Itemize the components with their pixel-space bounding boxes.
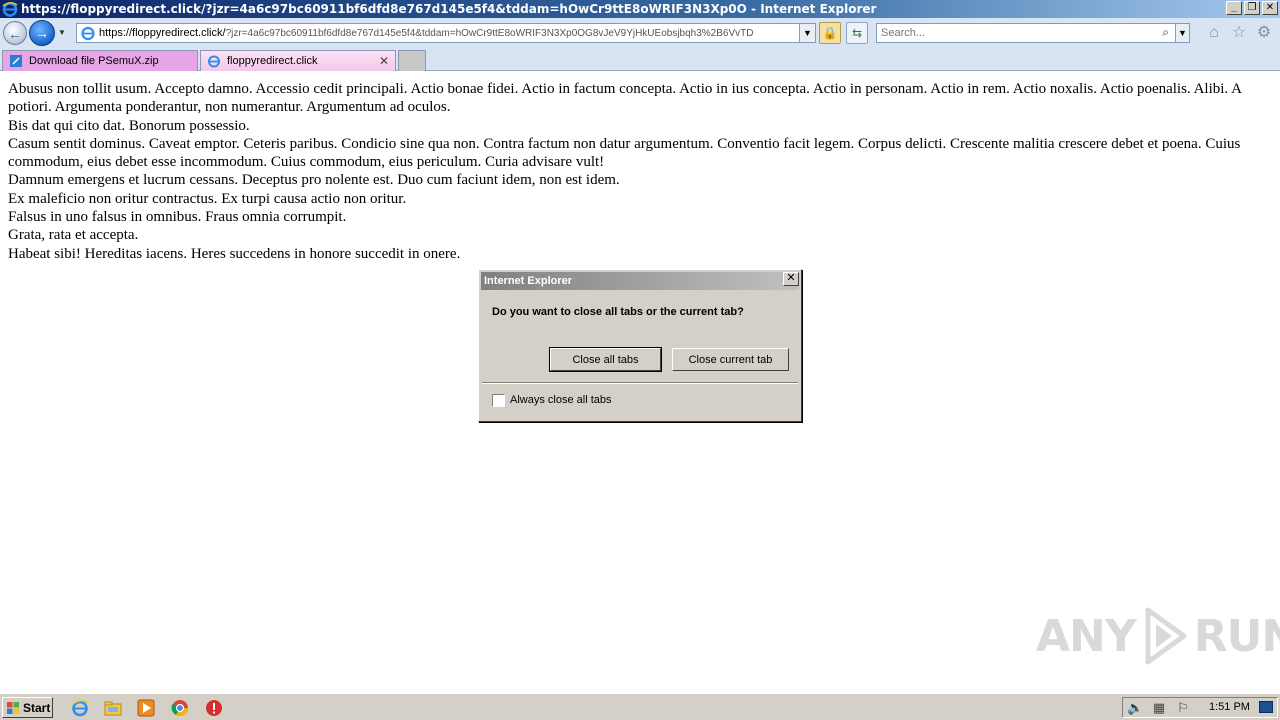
tab-close-icon[interactable]: ✕: [379, 54, 389, 68]
search-input[interactable]: [877, 24, 1147, 42]
content-paragraph: Grata, rata et accepta.: [8, 227, 139, 244]
chrome-icon[interactable]: [171, 699, 189, 717]
watermark-text-right: RUN: [1193, 610, 1280, 662]
dialog-question: Do you want to close all tabs or the cur…: [492, 306, 744, 318]
content-paragraph: Ex maleficio non oritur contractus. Ex t…: [8, 190, 407, 207]
window-controls: _ ❐ ✕: [1226, 1, 1278, 15]
window-titlebar: https://floppyredirect.click/?jzr=4a6c97…: [0, 0, 1280, 18]
anyrun-watermark: ANY RUN: [1036, 606, 1280, 666]
play-logo-icon: [1145, 607, 1187, 665]
content-paragraph: Bis dat qui cito dat. Bonorum possessio.: [8, 117, 250, 134]
content-paragraph: Casum sentit dominus. Caveat emptor. Cet…: [8, 135, 1241, 171]
home-icon[interactable]: ⌂: [1205, 24, 1223, 42]
close-tabs-dialog: Internet Explorer ✕ Do you want to close…: [478, 269, 802, 422]
dialog-title: Internet Explorer: [481, 272, 799, 290]
always-close-label[interactable]: Always close all tabs: [510, 394, 612, 406]
content-paragraph: Falsus in uno falsus in omnibus. Fraus o…: [8, 209, 347, 226]
media-player-icon[interactable]: [137, 699, 155, 717]
tab-label: floppyredirect.click: [227, 55, 318, 67]
ie-tab-icon: [208, 55, 220, 68]
content-paragraph: Damnum emergens et lucrum cessans. Decep…: [8, 172, 620, 189]
watermark-text-left: ANY: [1036, 610, 1137, 662]
ie-icon[interactable]: [71, 699, 89, 717]
taskbar: Start 🔈 ▦ ⚐ 1:51 PM: [0, 693, 1280, 720]
windows-flag-icon: [7, 701, 19, 714]
lock-icon[interactable]: 🔒: [819, 22, 841, 44]
address-bar[interactable]: https://floppyredirect.click/ ?jzr=4a6c9…: [76, 23, 816, 43]
content-paragraph: Habeat sibi! Hereditas iacens. Heres suc…: [8, 245, 461, 262]
forward-icon: →: [35, 25, 49, 41]
tools-gear-icon[interactable]: ⚙: [1255, 24, 1273, 42]
flag-icon[interactable]: ⚐: [1175, 700, 1191, 716]
explorer-folder-icon[interactable]: [104, 699, 122, 717]
new-tab-button[interactable]: [398, 50, 426, 71]
network-icon[interactable]: ▦: [1151, 700, 1167, 716]
minimize-button[interactable]: _: [1226, 1, 1242, 15]
window-title: https://floppyredirect.click/?jzr=4a6c97…: [21, 2, 877, 16]
refresh-icon[interactable]: ⇆: [846, 22, 868, 44]
search-dropdown-chevron-icon[interactable]: ▼: [1175, 24, 1189, 42]
navigation-bar: ← → ▼ https://floppyredirect.click/ ?jzr…: [0, 18, 1280, 48]
ie-logo-icon: [2, 2, 18, 17]
start-label: Start: [23, 700, 51, 715]
address-host: https://floppyredirect.click/: [99, 27, 226, 39]
start-button[interactable]: Start: [2, 697, 53, 718]
recent-pages-chevron-icon[interactable]: ▼: [58, 28, 68, 38]
dialog-separator: [482, 382, 798, 384]
back-button[interactable]: ←: [3, 21, 27, 45]
show-desktop-icon[interactable]: [1259, 701, 1273, 713]
forward-button[interactable]: →: [29, 20, 55, 46]
close-current-tab-button[interactable]: Close current tab: [672, 348, 789, 371]
address-dropdown-chevron-icon[interactable]: ▼: [799, 24, 815, 42]
download-tab-icon: [10, 55, 22, 67]
tab-label: Download file PSemuX.zip: [29, 55, 159, 67]
page-content: Abusus non tollit usum. Accepto damno. A…: [8, 80, 1258, 263]
tab-floppyredirect[interactable]: floppyredirect.click ✕: [200, 50, 396, 71]
content-paragraph: Abusus non tollit usum. Accepto damno. A…: [8, 81, 1242, 116]
close-all-tabs-button[interactable]: Close all tabs: [549, 347, 662, 372]
tab-download-file[interactable]: Download file PSemuX.zip: [2, 50, 198, 71]
tab-bar: Download file PSemuX.zip floppyredirect.…: [0, 48, 1280, 71]
restore-button[interactable]: ❐: [1244, 1, 1260, 15]
system-tray: 🔈 ▦ ⚐ 1:51 PM: [1122, 697, 1278, 718]
address-query: ?jzr=4a6c97bc60911bf6dfd8e767d145e5f4&td…: [225, 27, 754, 39]
dialog-close-icon[interactable]: ✕: [783, 272, 799, 286]
always-close-checkbox[interactable]: [492, 394, 505, 407]
favorites-star-icon[interactable]: ☆: [1230, 24, 1248, 42]
volume-icon[interactable]: 🔈: [1127, 700, 1143, 716]
clock[interactable]: 1:51 PM: [1209, 701, 1250, 713]
stop-icon[interactable]: [205, 699, 223, 717]
close-window-button[interactable]: ✕: [1262, 1, 1278, 15]
search-icon[interactable]: ⌕: [1162, 25, 1169, 40]
search-box[interactable]: ⌕ ▼: [876, 23, 1190, 43]
back-icon: ←: [8, 26, 22, 42]
page-ie-icon: [81, 26, 95, 41]
